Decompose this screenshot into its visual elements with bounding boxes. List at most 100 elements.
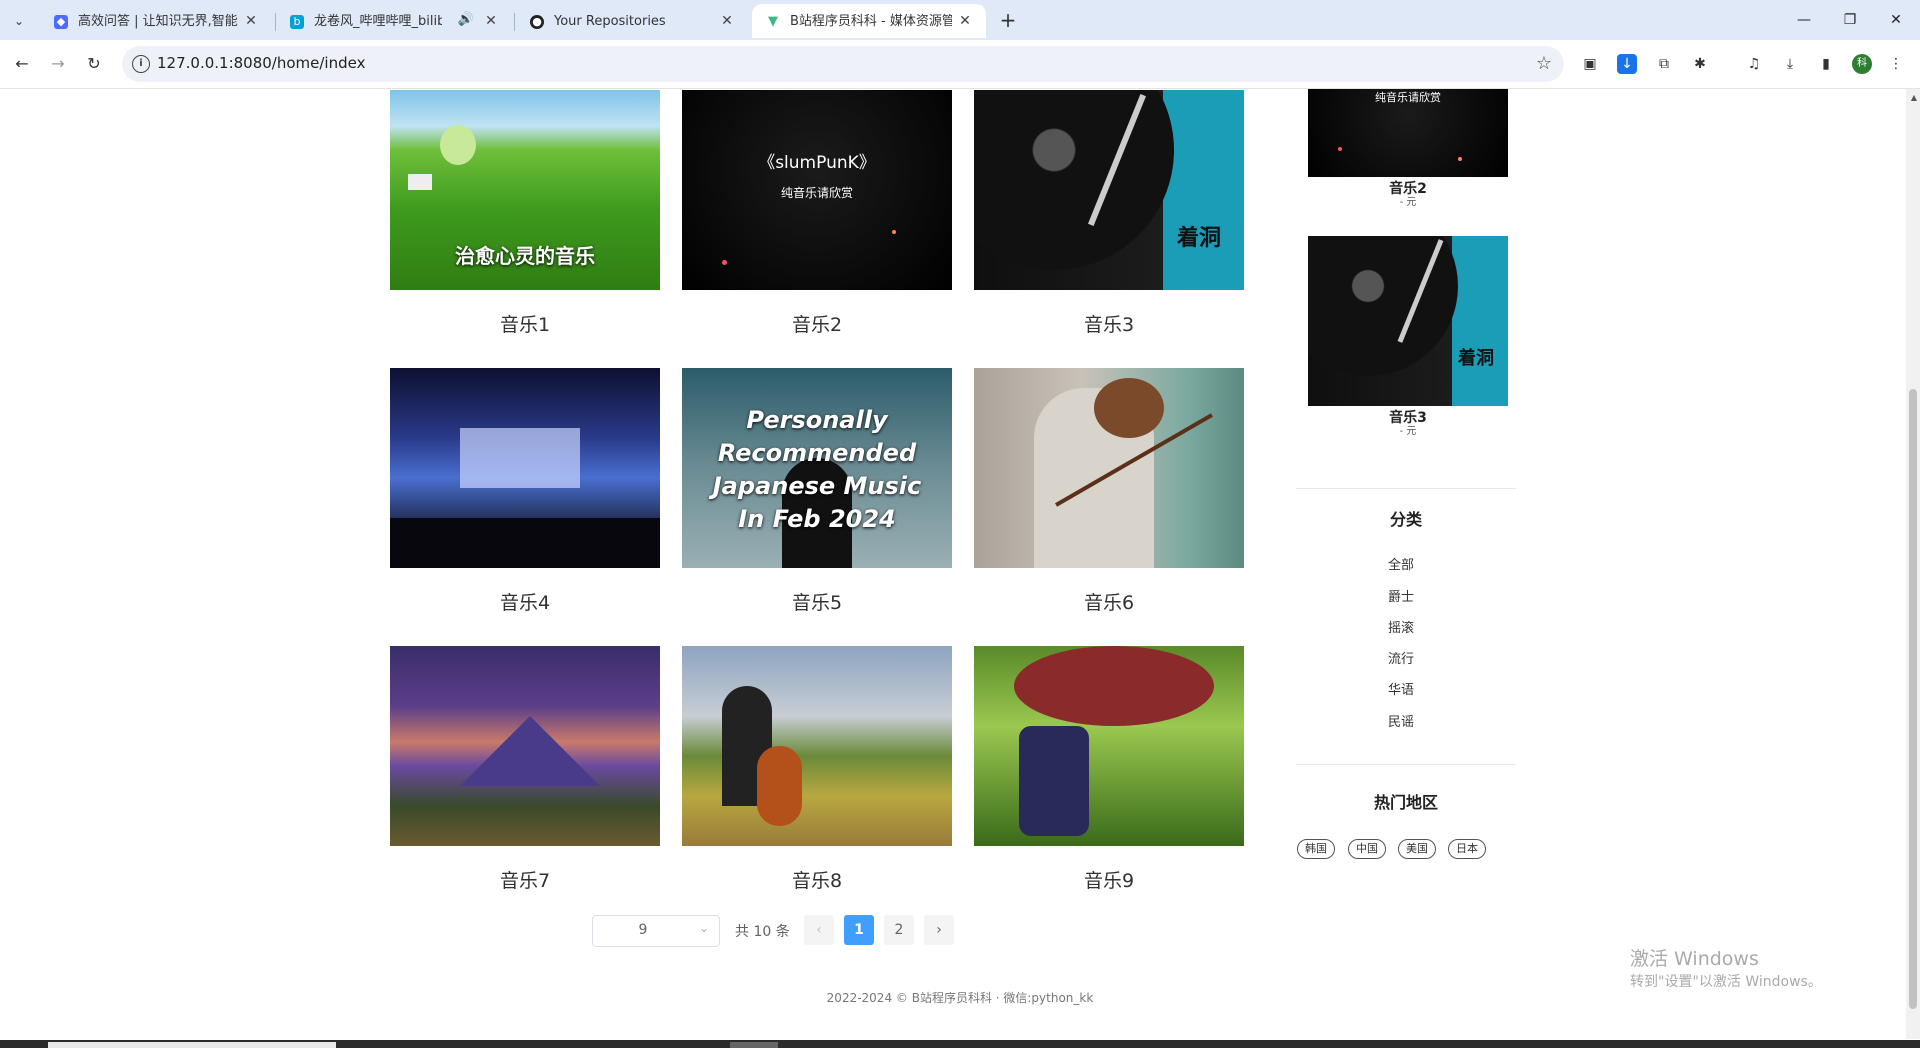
music-card[interactable]: 音乐9: [974, 646, 1244, 893]
recommend-name[interactable]: 音乐2: [1308, 181, 1508, 197]
cover-text-line: Personally: [746, 406, 888, 434]
stage-screen: [460, 428, 580, 488]
music-title[interactable]: 音乐8: [682, 866, 952, 893]
cello-shape: [757, 746, 802, 826]
minimize-button[interactable]: —: [1784, 8, 1824, 32]
close-icon[interactable]: ✕: [956, 12, 974, 30]
taskbar-item[interactable]: [48, 1042, 336, 1048]
tab-search-icon[interactable]: ⌄: [8, 10, 30, 32]
music-cover[interactable]: [390, 368, 660, 568]
recommend-card[interactable]: 着洞 音乐3 - 元: [1308, 236, 1508, 438]
music-card[interactable]: 治愈心灵的音乐 音乐1: [390, 90, 660, 337]
music-title[interactable]: 音乐9: [974, 866, 1244, 893]
region-tag[interactable]: 中国: [1348, 839, 1386, 859]
music-title[interactable]: 音乐1: [390, 310, 660, 337]
address-bar[interactable]: i 127.0.0.1:8080/home/index ☆: [122, 46, 1564, 82]
scrollbar-thumb[interactable]: [1909, 389, 1917, 1009]
music-title[interactable]: 音乐5: [682, 588, 952, 615]
category-item[interactable]: 摇滚: [1388, 617, 1414, 636]
region-tag[interactable]: 韩国: [1297, 839, 1335, 859]
reload-icon[interactable]: ↻: [82, 52, 106, 76]
bookmark-star-icon[interactable]: ☆: [1536, 53, 1552, 74]
new-tab-button[interactable]: +: [996, 8, 1020, 32]
music-cover[interactable]: 着洞: [974, 90, 1244, 290]
extension-icon[interactable]: ▣: [1580, 54, 1600, 74]
page-1-button[interactable]: 1: [844, 915, 874, 945]
close-icon[interactable]: ✕: [482, 12, 500, 30]
category-item[interactable]: 爵士: [1388, 586, 1414, 605]
vue-icon: ▼: [766, 14, 780, 29]
page-scrollbar[interactable]: ▲: [1906, 89, 1920, 1039]
scroll-up-icon[interactable]: ▲: [1911, 93, 1917, 102]
music-card[interactable]: 音乐4: [390, 368, 660, 615]
window-close-button[interactable]: ✕: [1876, 8, 1916, 32]
activation-watermark-title: 激活 Windows: [1630, 948, 1759, 970]
sidebar-divider: [1296, 764, 1516, 765]
music-title[interactable]: 音乐2: [682, 310, 952, 337]
music-title[interactable]: 音乐4: [390, 588, 660, 615]
music-card[interactable]: 《slumPunK》 纯音乐请欣赏 音乐2: [682, 90, 952, 337]
music-cover[interactable]: [390, 646, 660, 846]
cover-text: 着洞: [1458, 348, 1494, 369]
music-cover[interactable]: 治愈心灵的音乐: [390, 90, 660, 290]
music-cover[interactable]: [974, 368, 1244, 568]
music-title[interactable]: 音乐7: [390, 866, 660, 893]
downloads-icon[interactable]: ⤓: [1780, 54, 1800, 74]
music-card[interactable]: 音乐7: [390, 646, 660, 893]
tab-title: Your Repositories: [554, 14, 666, 29]
region-tag[interactable]: 美国: [1398, 839, 1436, 859]
recommend-cover[interactable]: 着洞: [1308, 236, 1508, 406]
recommend-card[interactable]: 纯音乐请欣赏 音乐2 - 元: [1308, 89, 1508, 209]
menu-kebab-icon[interactable]: ⋮: [1886, 54, 1906, 74]
music-title[interactable]: 音乐3: [974, 310, 1244, 337]
cover-subtext: 纯音乐请欣赏: [780, 186, 853, 200]
category-item[interactable]: 华语: [1388, 679, 1414, 698]
page-size-select[interactable]: 9 ⌄: [592, 915, 720, 947]
url-text[interactable]: 127.0.0.1:8080/home/index: [157, 54, 365, 72]
copy-extension-icon[interactable]: ⧉: [1654, 54, 1674, 74]
close-icon[interactable]: ✕: [718, 12, 736, 30]
music-card[interactable]: Personally Recommended Japanese Music In…: [682, 368, 952, 615]
close-icon[interactable]: ✕: [242, 12, 260, 30]
category-item[interactable]: 流行: [1388, 648, 1414, 667]
bilibili-icon: b: [290, 15, 304, 29]
back-icon[interactable]: ←: [10, 52, 34, 76]
tab-divider: [514, 13, 515, 31]
music-cover[interactable]: [974, 646, 1244, 846]
cover-text: 纯音乐请欣赏: [1375, 91, 1441, 104]
music-card[interactable]: 着洞 音乐3: [974, 90, 1244, 337]
side-panel-icon[interactable]: ▮: [1816, 54, 1836, 74]
guitar-body: [1014, 646, 1214, 726]
media-control-icon[interactable]: ♫: [1744, 54, 1764, 74]
cover-text: 《slumPunK》: [758, 153, 876, 173]
speaker-icon[interactable]: 🔊: [458, 12, 474, 27]
music-cover[interactable]: [682, 646, 952, 846]
recommend-name[interactable]: 音乐3: [1308, 410, 1508, 426]
forward-icon[interactable]: →: [46, 52, 70, 76]
site-info-icon[interactable]: i: [132, 55, 150, 73]
category-item[interactable]: 全部: [1388, 554, 1414, 573]
music-title[interactable]: 音乐6: [974, 588, 1244, 615]
tab-media-manager[interactable]: ▼ B站程序员科科 - 媒体资源管理 ✕: [752, 4, 986, 38]
music-card[interactable]: 音乐6: [974, 368, 1244, 615]
activation-watermark-text: 转到"设置"以激活 Windows。: [1630, 974, 1822, 990]
category-item[interactable]: 民谣: [1388, 711, 1414, 730]
tab-github[interactable]: ● Your Repositories ✕: [516, 4, 748, 38]
page-2-button[interactable]: 2: [884, 915, 914, 945]
music-cover[interactable]: 《slumPunK》 纯音乐请欣赏: [682, 90, 952, 290]
music-cover[interactable]: Personally Recommended Japanese Music In…: [682, 368, 952, 568]
extensions-puzzle-icon[interactable]: ✱: [1690, 54, 1710, 74]
recommend-cover[interactable]: 纯音乐请欣赏: [1308, 89, 1508, 177]
tab-title: 高效问答 | 让知识无界,智能触手可及: [78, 14, 238, 29]
cover-text-line: Recommended: [717, 439, 917, 467]
restore-button[interactable]: ❐: [1830, 8, 1870, 32]
region-tag[interactable]: 日本: [1448, 839, 1486, 859]
taskbar-item[interactable]: [730, 1042, 778, 1048]
music-card[interactable]: 音乐8: [682, 646, 952, 893]
tab-deepseek[interactable]: ◆ 高效问答 | 让知识无界,智能触手可及 ✕: [40, 4, 272, 38]
prev-page-button[interactable]: ‹: [804, 915, 834, 945]
profile-avatar[interactable]: 科: [1852, 54, 1872, 74]
next-page-button[interactable]: ›: [924, 915, 954, 945]
download-extension-icon[interactable]: ↓: [1617, 54, 1637, 74]
tab-bilibili[interactable]: b 龙卷风_哔哩哔哩_bilibili 🔊 ✕: [276, 4, 512, 38]
